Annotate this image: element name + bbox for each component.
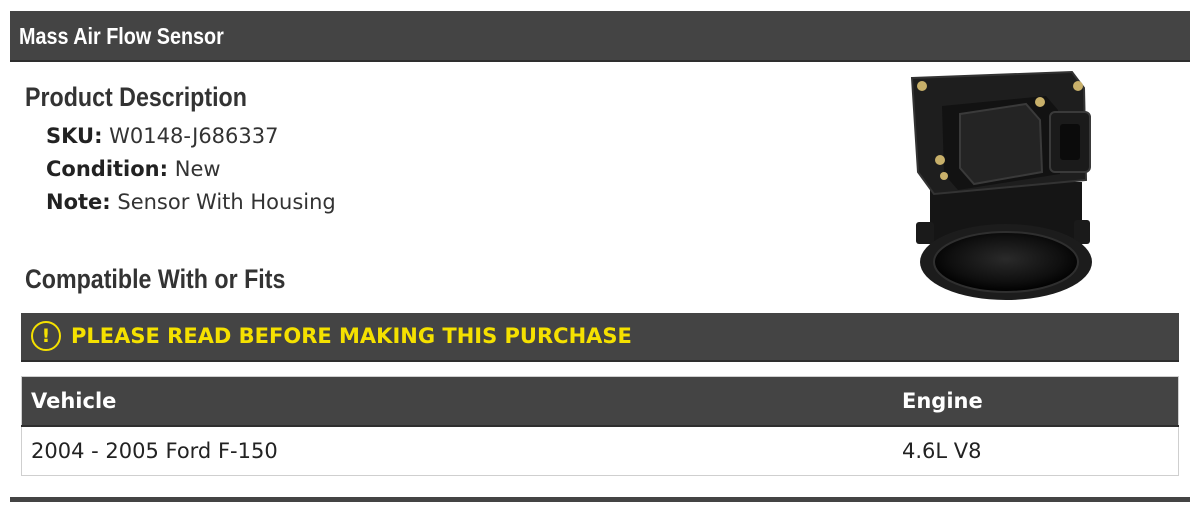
compatibility-heading: Compatible With or Fits	[25, 264, 286, 294]
bottom-divider	[10, 497, 1190, 502]
condition-label: Condition:	[46, 157, 169, 181]
condition-value: New	[174, 157, 221, 181]
note-label: Note:	[46, 190, 111, 214]
vehicle-cell: 2004 - 2005 Ford F-150	[21, 426, 893, 476]
purchase-warning-banner: ! PLEASE READ BEFORE MAKING THIS PURCHAS…	[21, 313, 1179, 362]
sku-value: W0148-J686337	[109, 124, 279, 148]
title-bar: Mass Air Flow Sensor	[10, 11, 1190, 62]
sku-row: SKU: W0148-J686337	[46, 120, 336, 153]
product-image	[900, 62, 1108, 310]
product-description-heading: Product Description	[25, 82, 247, 112]
vehicle-column-header: Vehicle	[21, 376, 893, 427]
condition-row: Condition: New	[46, 153, 336, 186]
table-row: 2004 - 2005 Ford F-150 4.6L V8	[21, 426, 1179, 476]
engine-column-header: Engine	[893, 376, 1179, 427]
table-header-row: Vehicle Engine	[21, 376, 1179, 427]
sku-label: SKU:	[46, 124, 103, 148]
mass-air-flow-sensor-image	[910, 70, 1092, 300]
product-description-list: SKU: W0148-J686337 Condition: New Note: …	[46, 120, 336, 219]
compatibility-table: Vehicle Engine 2004 - 2005 Ford F-150 4.…	[21, 376, 1179, 476]
page-title: Mass Air Flow Sensor	[19, 23, 224, 49]
note-row: Note: Sensor With Housing	[46, 186, 336, 219]
exclamation-icon: !	[31, 321, 61, 351]
warning-text: PLEASE READ BEFORE MAKING THIS PURCHASE	[71, 324, 632, 348]
engine-cell: 4.6L V8	[893, 426, 1179, 476]
note-value: Sensor With Housing	[117, 190, 336, 214]
